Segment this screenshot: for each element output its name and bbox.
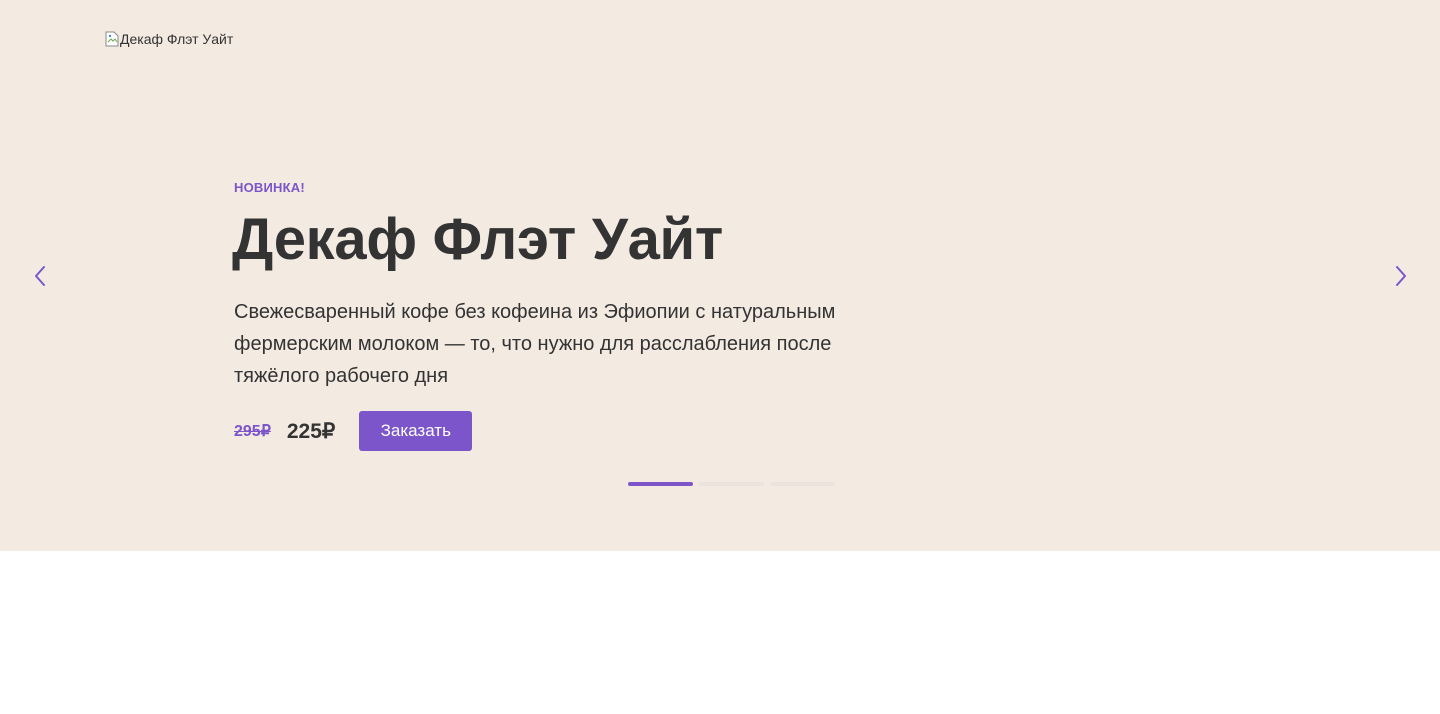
new-price: 225₽ bbox=[286, 419, 336, 443]
prev-slide-button[interactable] bbox=[26, 262, 54, 290]
slider-dot-1[interactable] bbox=[628, 482, 693, 486]
order-button[interactable]: Заказать bbox=[359, 411, 473, 451]
price-row: 295₽ 225₽ Заказать bbox=[234, 411, 473, 451]
new-badge: НОВИНКА! bbox=[234, 180, 305, 195]
slider-pagination bbox=[628, 482, 835, 486]
logo[interactable]: Декаф Флэт Уайт bbox=[105, 31, 233, 47]
slider-dot-3[interactable] bbox=[770, 482, 835, 486]
hero-section: Декаф Флэт Уайт НОВИНКА! Декаф Флэт Уайт… bbox=[0, 0, 1440, 551]
chevron-left-icon bbox=[35, 266, 45, 286]
chevron-right-icon bbox=[1396, 266, 1406, 286]
broken-image-icon bbox=[105, 31, 119, 47]
slider-dot-2[interactable] bbox=[699, 482, 764, 486]
old-price: 295₽ bbox=[234, 423, 271, 440]
logo-alt-text: Декаф Флэт Уайт bbox=[120, 31, 234, 47]
product-description: Свежесваренный кофе без кофеина из Эфиоп… bbox=[234, 301, 836, 387]
next-slide-button[interactable] bbox=[1387, 262, 1415, 290]
slide-content: НОВИНКА! Декаф Флэт Уайт Свежесваренный … bbox=[232, 180, 854, 451]
product-title: Декаф Флэт Уайт bbox=[232, 207, 724, 272]
